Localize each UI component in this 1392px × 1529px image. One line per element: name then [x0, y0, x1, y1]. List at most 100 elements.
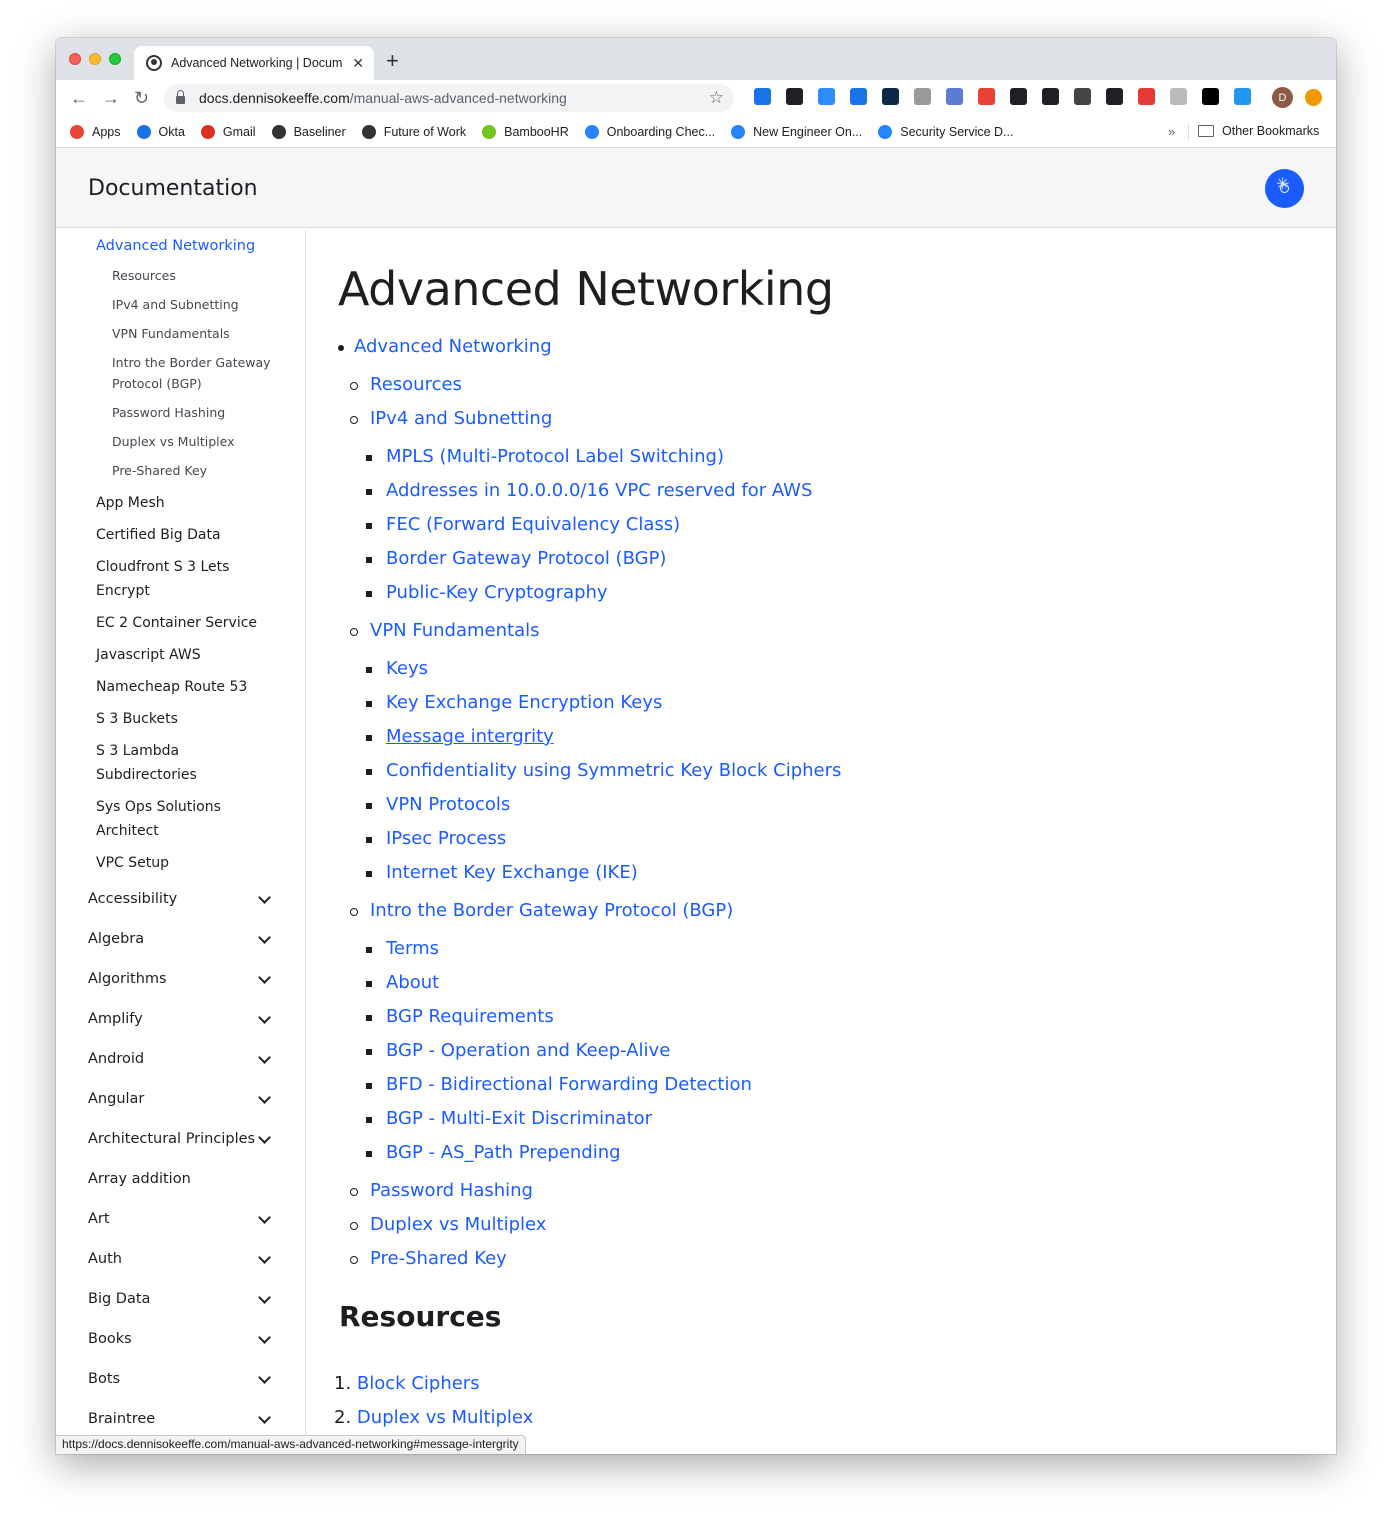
sidebar-category[interactable]: Big Data [88, 1290, 273, 1307]
extension-icon[interactable] [1066, 88, 1098, 105]
toc-link[interactable]: FEC (Forward Equivalency Class) [386, 514, 680, 535]
sidebar-subitem[interactable]: Duplex vs Multiplex [112, 431, 282, 452]
toc-link[interactable]: Addresses in 10.0.0.0/16 VPC reserved fo… [386, 480, 812, 501]
sidebar-category[interactable]: Angular [88, 1090, 273, 1107]
update-icon[interactable] [1305, 89, 1322, 106]
extension-icon[interactable] [938, 88, 970, 105]
chevron-down-icon[interactable] [258, 1370, 271, 1384]
toc-link[interactable]: BGP - AS_Path Prepending [386, 1142, 621, 1163]
sidebar-item[interactable]: Javascript AWS [96, 643, 271, 667]
resource-link[interactable]: Duplex vs Multiplex [357, 1407, 533, 1428]
sidebar-category[interactable]: Architectural Principles [88, 1130, 273, 1147]
bookmark-item[interactable]: Future of Work [361, 124, 466, 139]
toc-link[interactable]: Keys [386, 658, 428, 679]
chevron-down-icon[interactable] [258, 970, 271, 984]
minimize-window-button[interactable] [89, 53, 101, 65]
sidebar-category[interactable]: Algorithms [88, 970, 273, 987]
sidebar-category[interactable]: Amplify [88, 1010, 273, 1027]
maximize-window-button[interactable] [109, 53, 121, 65]
bookmark-star-icon[interactable]: ☆ [709, 88, 724, 108]
bookmark-item[interactable]: Okta [136, 124, 185, 139]
bookmark-item[interactable]: Baseliner [271, 124, 346, 139]
toc-link[interactable]: Border Gateway Protocol (BGP) [386, 548, 666, 569]
bookmark-item[interactable]: Security Service D... [878, 124, 1013, 139]
sidebar-item[interactable]: Namecheap Route 53 [96, 675, 271, 699]
toc-link[interactable]: Password Hashing [370, 1180, 533, 1201]
chevron-down-icon[interactable] [258, 1090, 271, 1104]
sidebar-category[interactable]: Art [88, 1210, 273, 1227]
toc-link[interactable]: IPsec Process [386, 828, 506, 849]
bookmark-item[interactable]: New Engineer On... [731, 124, 862, 139]
toc-link[interactable]: Duplex vs Multiplex [370, 1214, 546, 1235]
new-tab-button[interactable]: + [386, 50, 399, 72]
reload-icon[interactable]: ↻ [134, 88, 149, 108]
toc-link[interactable]: VPN Fundamentals [370, 620, 539, 641]
sidebar-category[interactable]: Braintree [88, 1410, 273, 1427]
toc-link[interactable]: About [386, 972, 439, 993]
sidebar-subitem[interactable]: Intro the Border Gateway Protocol (BGP) [112, 352, 282, 394]
chevron-down-icon[interactable] [258, 890, 271, 904]
extension-icon[interactable] [1034, 88, 1066, 105]
sidebar-item[interactable]: VPC Setup [96, 851, 271, 875]
toc-link[interactable]: Message intergrity [386, 726, 554, 747]
extension-icon[interactable] [746, 88, 778, 105]
bookmark-item[interactable]: BambooHR [482, 124, 569, 139]
toc-link[interactable]: Internet Key Exchange (IKE) [386, 862, 638, 883]
tab-close-icon[interactable]: ✕ [352, 55, 364, 72]
back-arrow-icon[interactable]: ← [70, 88, 88, 108]
chevron-down-icon[interactable] [258, 1290, 271, 1304]
sidebar-category[interactable]: Algebra [88, 930, 273, 947]
extension-icon[interactable] [1002, 88, 1034, 105]
chevron-down-icon[interactable] [258, 1330, 271, 1344]
extension-icon[interactable] [778, 88, 810, 105]
extension-icon[interactable] [1098, 88, 1130, 105]
extension-icon[interactable] [970, 88, 1002, 105]
extension-icon[interactable] [906, 88, 938, 105]
bookmark-item[interactable]: Apps [70, 124, 121, 139]
toc-link[interactable]: Pre-Shared Key [370, 1248, 507, 1269]
bookmark-item[interactable]: Onboarding Chec... [584, 124, 715, 139]
sidebar-category[interactable]: Auth [88, 1250, 273, 1267]
toc-link[interactable]: Terms [386, 938, 439, 959]
browser-tab[interactable]: Advanced Networking | Docum ✕ [134, 46, 374, 80]
chevron-down-icon[interactable] [258, 1050, 271, 1064]
extension-icon[interactable] [1194, 88, 1226, 105]
toc-link[interactable]: VPN Protocols [386, 794, 510, 815]
site-title[interactable]: Documentation [88, 176, 258, 201]
toc-link[interactable]: Key Exchange Encryption Keys [386, 692, 662, 713]
sidebar-category[interactable]: Android [88, 1050, 273, 1067]
chevron-down-icon[interactable] [258, 930, 271, 944]
chevron-down-icon[interactable] [258, 1130, 271, 1144]
other-bookmarks[interactable]: Other Bookmarks [1198, 124, 1319, 138]
extension-icon[interactable] [874, 88, 906, 105]
toc-link[interactable]: Confidentiality using Symmetric Key Bloc… [386, 760, 841, 781]
sidebar-item[interactable]: App Mesh [96, 491, 271, 515]
extension-icon[interactable] [842, 88, 874, 105]
toc-link[interactable]: IPv4 and Subnetting [370, 408, 552, 429]
toc-link[interactable]: Resources [370, 374, 462, 395]
extension-icon[interactable] [810, 88, 842, 105]
forward-arrow-icon[interactable]: → [102, 88, 120, 108]
extension-icon[interactable] [1162, 88, 1194, 105]
sidebar-category[interactable]: Accessibility [88, 890, 273, 907]
sidebar-item[interactable]: Certified Big Data [96, 523, 271, 547]
chevron-down-icon[interactable] [258, 1410, 271, 1424]
sidebar-item[interactable]: S 3 Buckets [96, 707, 271, 731]
profile-avatar[interactable]: D [1272, 87, 1293, 108]
toc-link[interactable]: Intro the Border Gateway Protocol (BGP) [370, 900, 733, 921]
sidebar-item-advanced-networking[interactable]: Advanced Networking [96, 238, 255, 254]
sidebar-subitem[interactable]: Pre-Shared Key [112, 460, 282, 481]
resource-link[interactable]: Block Ciphers [357, 1373, 480, 1394]
close-window-button[interactable] [69, 53, 81, 65]
bookmark-item[interactable]: Gmail [200, 124, 256, 139]
address-bar[interactable]: docs.dennisokeeffe.com/manual-aws-advanc… [164, 84, 734, 112]
sidebar-subitem[interactable]: IPv4 and Subnetting [112, 294, 282, 315]
toc-link[interactable]: BGP - Operation and Keep-Alive [386, 1040, 670, 1061]
toc-link[interactable]: BGP - Multi-Exit Discriminator [386, 1108, 652, 1129]
extension-icon[interactable] [1226, 88, 1258, 105]
sidebar-subitem[interactable]: Resources [112, 265, 282, 286]
extension-icon[interactable] [1130, 88, 1162, 105]
sidebar-item[interactable]: EC 2 Container Service [96, 611, 271, 635]
chevron-down-icon[interactable] [258, 1250, 271, 1264]
chevron-down-icon[interactable] [258, 1210, 271, 1224]
